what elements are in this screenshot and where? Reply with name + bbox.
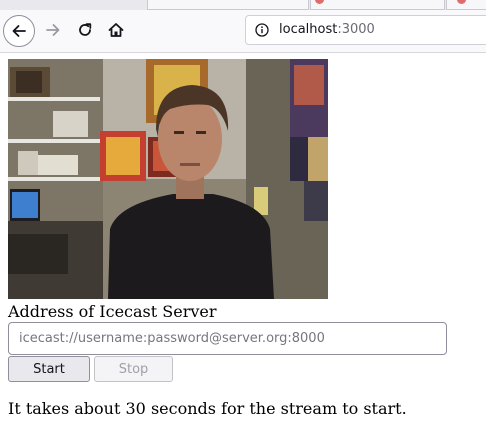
tab-strip	[0, 0, 486, 10]
tab-favicon-icon	[457, 0, 466, 4]
server-address-label: Address of Icecast Server	[8, 302, 217, 321]
url-bar[interactable]: localhost:3000	[245, 15, 486, 45]
back-button[interactable]	[3, 15, 35, 47]
browser-toolbar: localhost:3000	[0, 10, 486, 53]
forward-arrow-icon	[46, 24, 60, 36]
icecast-server-input[interactable]	[8, 322, 447, 355]
forward-button[interactable]	[38, 15, 68, 45]
url-host: localhost	[279, 22, 338, 37]
stream-start-note: It takes about 30 seconds for the stream…	[8, 399, 407, 418]
reload-icon	[79, 23, 92, 36]
browser-tab[interactable]	[446, 0, 486, 10]
tab-favicon-icon	[315, 0, 324, 4]
back-arrow-icon	[12, 25, 26, 37]
stop-button[interactable]: Stop	[94, 356, 173, 382]
webcam-video[interactable]	[8, 59, 328, 299]
home-button[interactable]	[101, 15, 131, 45]
info-icon[interactable]	[255, 23, 269, 37]
reload-button[interactable]	[70, 15, 100, 45]
browser-tab[interactable]	[310, 0, 445, 10]
webcam-frame-image	[8, 59, 328, 299]
url-port: :3000	[337, 22, 375, 37]
browser-tab[interactable]	[147, 0, 309, 10]
url-text: localhost:3000	[279, 22, 375, 37]
home-icon	[108, 23, 124, 37]
start-button[interactable]: Start	[8, 356, 90, 382]
